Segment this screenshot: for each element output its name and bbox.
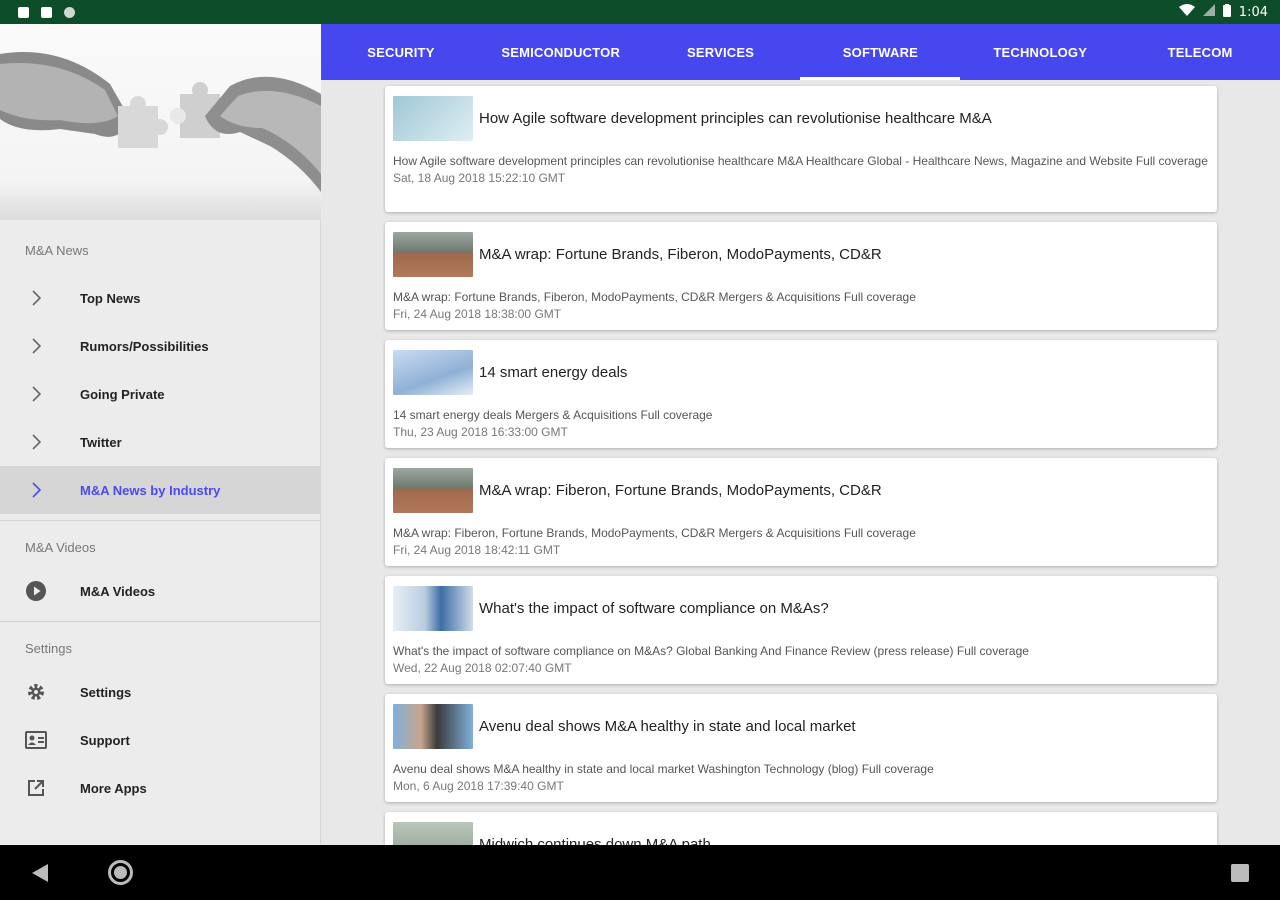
nav-item-label: M&A Videos	[80, 583, 156, 599]
article-card[interactable]: Avenu deal shows M&A healthy in state an…	[385, 694, 1217, 802]
navigation-drawer: M&A News Top News Rumors/Possibilities G…	[0, 24, 321, 845]
article-title: 14 smart energy deals	[479, 364, 628, 381]
article-description: 14 smart energy deals Mergers & Acquisit…	[393, 407, 1209, 441]
article-card[interactable]: M&A wrap: Fortune Brands, Fiberon, ModoP…	[385, 222, 1217, 330]
chevron-right-icon	[24, 430, 48, 454]
chevron-right-icon	[24, 478, 48, 502]
article-card[interactable]: Midwich continues down M&A path	[385, 812, 1217, 845]
article-title: Midwich continues down M&A path	[479, 836, 711, 845]
nav-item-rumors[interactable]: Rumors/Possibilities	[0, 322, 320, 370]
article-thumbnail	[393, 586, 473, 631]
article-title: M&A wrap: Fortune Brands, Fiberon, ModoP…	[479, 246, 882, 263]
tab-software[interactable]: SOFTWARE	[800, 24, 961, 80]
nav-item-videos[interactable]: M&A Videos	[0, 567, 320, 615]
section-label-news: M&A News	[25, 242, 89, 258]
puzzle-hands-illustration	[0, 52, 321, 192]
nav-item-more-apps[interactable]: More Apps	[0, 764, 320, 812]
section-label-settings: Settings	[25, 640, 72, 656]
article-description: What's the impact of software compliance…	[393, 643, 1209, 677]
sync-icon	[64, 6, 75, 18]
article-date: Fri, 24 Aug 2018 18:42:11 GMT	[393, 543, 561, 557]
article-date: Wed, 22 Aug 2018 02:07:40 GMT	[393, 661, 572, 675]
article-thumbnail	[393, 232, 473, 277]
signal-icon	[1202, 4, 1215, 20]
chevron-right-icon	[24, 334, 48, 358]
nav-item-top-news[interactable]: Top News	[0, 274, 320, 322]
status-notifications	[18, 6, 75, 18]
status-time: 1:04	[1238, 4, 1268, 20]
article-description: Avenu deal shows M&A healthy in state an…	[393, 761, 1209, 795]
article-description: How Agile software development principle…	[393, 154, 1208, 185]
nav-item-label: Rumors/Possibilities	[80, 338, 209, 354]
article-date: Sat, 18 Aug 2018 15:22:10 GMT	[393, 171, 566, 185]
article-thumbnail	[393, 96, 473, 141]
nav-item-label: Twitter	[80, 434, 122, 450]
external-link-icon	[24, 776, 48, 800]
drawer-section-videos: M&A Videos M&A Videos	[0, 527, 320, 615]
nav-item-going-private[interactable]: Going Private	[0, 370, 320, 418]
recent-apps-icon[interactable]	[1231, 864, 1249, 882]
article-thumbnail	[393, 350, 473, 395]
article-thumbnail	[393, 822, 473, 845]
article-description: M&A wrap: Fiberon, Fortune Brands, ModoP…	[393, 525, 1209, 559]
article-date: Fri, 24 Aug 2018 18:38:00 GMT	[393, 307, 562, 321]
article-title: What's the impact of software compliance…	[479, 600, 829, 617]
back-icon[interactable]	[32, 864, 48, 882]
tab-telecom[interactable]: TELECOM	[1120, 24, 1280, 80]
article-title: M&A wrap: Fiberon, Fortune Brands, ModoP…	[479, 482, 882, 499]
article-card[interactable]: What's the impact of software compliance…	[385, 576, 1217, 684]
wifi-icon	[1178, 4, 1195, 20]
article-description: M&A wrap: Fortune Brands, Fiberon, ModoP…	[393, 289, 1209, 323]
tab-technology[interactable]: TECHNOLOGY	[960, 24, 1120, 80]
drawer-divider	[0, 520, 320, 521]
support-icon	[24, 728, 48, 752]
status-system: 1:04	[1178, 3, 1268, 21]
article-date: Thu, 23 Aug 2018 16:33:00 GMT	[393, 425, 568, 439]
tab-security[interactable]: SECURITY	[321, 24, 481, 80]
nav-item-settings[interactable]: Settings	[0, 668, 320, 716]
drawer-divider	[0, 621, 320, 622]
article-thumbnail	[393, 468, 473, 513]
play-circle-icon	[24, 579, 48, 603]
notification-icon	[18, 6, 29, 18]
article-date: Mon, 6 Aug 2018 17:39:40 GMT	[393, 779, 564, 793]
nav-item-label: Settings	[80, 684, 132, 700]
nav-item-support[interactable]: Support	[0, 716, 320, 764]
tab-services[interactable]: SERVICES	[641, 24, 801, 80]
tab-semiconductor[interactable]: SEMICONDUCTOR	[481, 24, 641, 80]
article-title: How Agile software development principle…	[479, 110, 992, 127]
article-card[interactable]: 14 smart energy deals 14 smart energy de…	[385, 340, 1217, 448]
nav-item-label: Going Private	[80, 386, 165, 402]
nav-item-label: Top News	[80, 290, 141, 306]
nav-item-news-by-industry[interactable]: M&A News by Industry	[0, 466, 320, 514]
gear-icon	[24, 680, 48, 704]
article-card[interactable]: How Agile software development principle…	[385, 86, 1217, 212]
nav-item-label: M&A News by Industry	[80, 482, 221, 498]
nav-item-label: More Apps	[80, 780, 147, 796]
system-navigation-bar	[0, 845, 1280, 900]
drawer-section-settings: Settings Settings Support More Apps	[0, 628, 320, 812]
status-bar: 1:04	[0, 0, 1280, 24]
article-card[interactable]: M&A wrap: Fiberon, Fortune Brands, ModoP…	[385, 458, 1217, 566]
nav-item-label: Support	[80, 732, 130, 748]
article-title: Avenu deal shows M&A healthy in state an…	[479, 718, 856, 735]
section-label-videos: M&A Videos	[25, 539, 96, 555]
sim-card-icon	[41, 6, 52, 18]
drawer-section-news: M&A News Top News Rumors/Possibilities G…	[0, 220, 320, 514]
drawer-header-image	[0, 24, 321, 220]
chevron-right-icon	[24, 286, 48, 310]
nav-item-twitter[interactable]: Twitter	[0, 418, 320, 466]
battery-icon	[1222, 3, 1231, 21]
industry-tab-bar: SECURITY SEMICONDUCTOR SERVICES SOFTWARE…	[321, 24, 1280, 80]
article-list[interactable]: How Agile software development principle…	[321, 80, 1280, 845]
article-thumbnail	[393, 704, 473, 749]
home-icon[interactable]	[108, 860, 133, 885]
chevron-right-icon	[24, 382, 48, 406]
